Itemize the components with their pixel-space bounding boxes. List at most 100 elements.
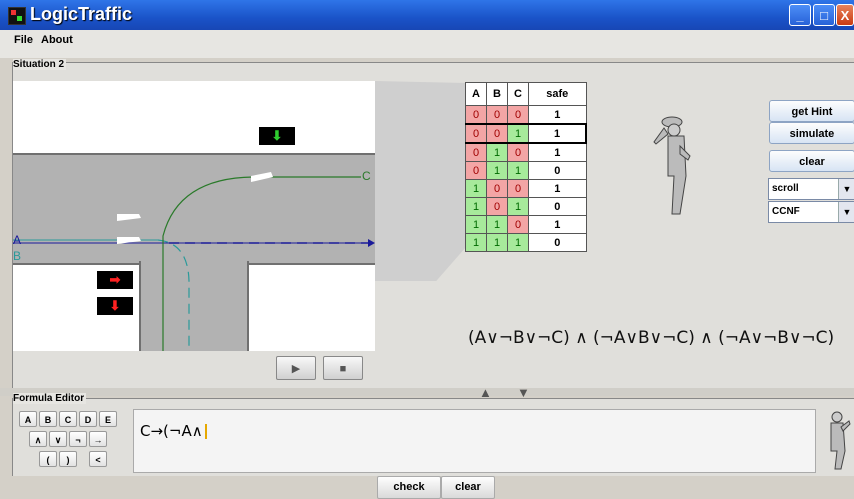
truth-cell-a: 1: [465, 197, 487, 216]
key-backspace[interactable]: <: [89, 451, 107, 467]
sign-down-green-icon: ⬇: [259, 127, 295, 145]
truth-cell-a: 0: [465, 161, 487, 180]
truth-cell-c: 0: [507, 142, 529, 162]
key-e[interactable]: E: [99, 411, 117, 427]
truth-cell-a: 1: [465, 233, 487, 252]
title-bar: LogicTraffic _ □ X: [0, 0, 854, 30]
bottom-bar: check clear: [0, 476, 854, 499]
wedge-shape: [375, 81, 466, 281]
lane-c-curve: [162, 176, 361, 351]
truth-row[interactable]: 1001: [465, 179, 587, 198]
truth-row[interactable]: 0011: [465, 123, 587, 144]
menu-bar: File About: [0, 30, 854, 58]
playback-controls: ▶ ■: [276, 356, 364, 382]
truth-cell-b: 1: [486, 161, 508, 180]
maximize-button[interactable]: □: [813, 4, 835, 26]
truth-cell-b: 0: [486, 197, 508, 216]
stop-button[interactable]: ■: [323, 356, 363, 380]
key-close-paren[interactable]: ): [59, 451, 77, 467]
formula-input-text: C→(¬A∧: [140, 422, 207, 440]
truth-cell-a: 0: [465, 105, 487, 125]
clear-formula-button[interactable]: clear: [441, 476, 495, 499]
splitter[interactable]: ▲ ▼: [0, 385, 854, 400]
truth-row[interactable]: 1101: [465, 215, 587, 234]
chevron-down-icon[interactable]: ▼: [838, 179, 854, 199]
lane-b-label: B: [13, 249, 22, 263]
mode-select-value: scroll: [772, 183, 799, 194]
truth-cell-safe: 0: [528, 161, 587, 180]
play-button[interactable]: ▶: [276, 356, 316, 380]
truth-cell-b: 1: [486, 233, 508, 252]
truth-cell-a: 1: [465, 179, 487, 198]
truth-row[interactable]: 0110: [465, 161, 587, 180]
truth-cell-safe: 0: [528, 233, 587, 252]
truth-row[interactable]: 0001: [465, 105, 587, 125]
header-c: C: [507, 82, 529, 106]
truth-cell-a: 1: [465, 215, 487, 234]
truth-cell-b: 0: [486, 105, 508, 125]
key-implies[interactable]: →: [89, 431, 107, 447]
close-button[interactable]: X: [836, 4, 854, 26]
clear-situation-button[interactable]: clear: [769, 150, 854, 172]
form-select[interactable]: CCNF ▼: [768, 201, 854, 223]
truth-cell-b: 0: [486, 179, 508, 198]
truth-cell-c: 0: [507, 179, 529, 198]
key-a[interactable]: A: [19, 411, 37, 427]
formula-editor-panel: Formula Editor A B C D E ∧ ∨ ¬ → ( ) < C…: [12, 393, 854, 477]
simulate-button[interactable]: simulate: [769, 122, 854, 144]
key-and[interactable]: ∧: [29, 431, 47, 447]
truth-cell-safe: 1: [528, 105, 587, 125]
check-button[interactable]: check: [377, 476, 441, 499]
truth-cell-c: 1: [507, 197, 529, 216]
key-or[interactable]: ∨: [49, 431, 67, 447]
mode-select[interactable]: scroll ▼: [768, 178, 854, 200]
window-title: LogicTraffic: [30, 4, 133, 24]
truth-cell-safe: 0: [528, 197, 587, 216]
text-caret: [204, 424, 207, 439]
form-select-value: CCNF: [772, 206, 800, 217]
menu-about[interactable]: About: [41, 34, 73, 46]
lane-c-label: C: [362, 169, 371, 183]
truth-table: A B C safe 00010011010101101001101011011…: [465, 82, 587, 252]
truth-cell-c: 0: [507, 105, 529, 125]
truth-row[interactable]: 0101: [465, 142, 587, 162]
truth-header-row: A B C safe: [465, 82, 587, 106]
officer-figure: [653, 116, 691, 215]
truth-cell-c: 0: [507, 215, 529, 234]
truth-row[interactable]: 1010: [465, 197, 587, 216]
officer-small-figure: [830, 411, 851, 470]
car-a: [117, 214, 141, 221]
lane-overlay: [13, 172, 375, 351]
truth-row[interactable]: 1110: [465, 233, 587, 252]
key-b[interactable]: B: [39, 411, 57, 427]
minimize-button[interactable]: _: [789, 4, 811, 26]
key-d[interactable]: D: [79, 411, 97, 427]
chevron-down-icon[interactable]: ▼: [838, 202, 854, 222]
lane-a-arrowhead: [368, 239, 375, 247]
formula-input[interactable]: C→(¬A∧: [133, 409, 816, 473]
truth-cell-safe: 1: [528, 215, 587, 234]
truth-cell-b: 1: [486, 142, 508, 162]
formula-editor-label: Formula Editor: [13, 393, 87, 404]
menu-file[interactable]: File: [14, 34, 33, 46]
sign-down-red-icon: ⬇: [97, 297, 133, 315]
key-open-paren[interactable]: (: [39, 451, 57, 467]
truth-cell-c: 1: [507, 233, 529, 252]
truth-cell-c: 1: [507, 161, 529, 180]
truth-cell-a: 0: [465, 142, 487, 162]
truth-cell-c: 1: [507, 123, 529, 144]
truth-cell-safe: 1: [528, 142, 587, 162]
target-formula: (A∨¬B∨¬C) ∧ (¬A∨B∨¬C) ∧ (¬A∨¬B∨¬C): [468, 328, 835, 348]
truth-cell-b: 0: [486, 123, 508, 144]
truth-cell-safe: 1: [528, 179, 587, 198]
key-not[interactable]: ¬: [69, 431, 87, 447]
header-b: B: [486, 82, 508, 106]
car-c: [251, 172, 273, 182]
traffic-scene: A B C ⬇ ➡ ⬇: [13, 81, 375, 351]
sign-right-red-icon: ➡: [97, 271, 133, 289]
truth-cell-safe: 1: [528, 123, 587, 144]
app-icon: [8, 7, 26, 25]
truth-cell-a: 0: [465, 123, 487, 144]
get-hint-button[interactable]: get Hint: [769, 100, 854, 122]
key-c[interactable]: C: [59, 411, 77, 427]
